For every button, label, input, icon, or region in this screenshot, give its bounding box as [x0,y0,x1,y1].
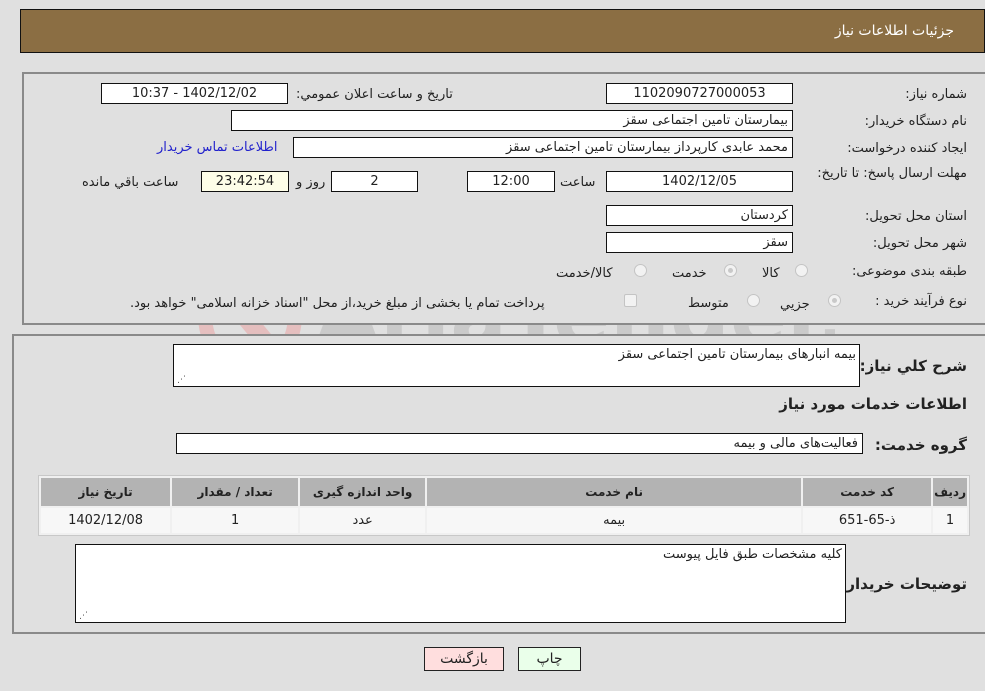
buyer-contact-link[interactable]: اطلاعات تماس خریدار [157,140,277,155]
process-label: نوع فرآیند خرید : [875,294,967,309]
buyer-org-label: نام دستگاه خریدار: [864,114,967,129]
resize-grip-icon[interactable]: ⋰ [176,375,186,385]
services-table: ردیف کد خدمت نام خدمت واحد اندازه گیری ت… [38,475,970,536]
province-label: استان محل تحویل: [865,209,967,224]
creator-field: محمد عابدی کارپرداز بیمارستان تامین اجتم… [293,137,793,158]
summary-text: بیمه انبارهای بیمارستان تامین اجتماعی سق… [618,347,856,362]
treasury-checkbox[interactable] [624,294,637,307]
buyer-notes-label: توضیحات خریدار: [840,575,967,593]
need-number-label: شماره نیاز: [905,87,967,102]
summary-textarea[interactable]: بیمه انبارهای بیمارستان تامین اجتماعی سق… [173,344,860,387]
announce-datetime-field: 1402/12/02 - 10:37 [101,83,288,104]
category-service-radio[interactable] [724,264,737,277]
category-goods-service-label: کالا/خدمت [556,266,613,281]
cell-row-number: 1 [933,508,967,533]
category-label: طبقه بندی موضوعی: [851,264,967,279]
cell-need-date: 1402/12/08 [41,508,171,533]
cell-unit: عدد [300,508,426,533]
page-header: جزئیات اطلاعات نیاز [20,9,985,53]
days-label: روز و [296,175,326,190]
col-need-date: تاریخ نیاز [41,478,171,506]
buyer-notes-textarea[interactable]: کلیه مشخصات طبق فایل پیوست ⋰ [75,544,846,623]
process-medium-label: متوسط [688,296,729,311]
col-service-name: نام خدمت [427,478,802,506]
buyer-notes-text: کلیه مشخصات طبق فایل پیوست [662,547,842,562]
deadline-time-label: ساعت [560,175,596,190]
creator-label: ایجاد کننده درخواست: [847,141,967,156]
services-heading: اطلاعات خدمات مورد نیاز [779,395,967,413]
category-goods-radio[interactable] [795,264,808,277]
col-quantity: تعداد / مقدار [172,478,299,506]
col-unit: واحد اندازه گیری [300,478,426,506]
cell-quantity: 1 [172,508,299,533]
process-minor-label: جزيي [780,297,810,312]
deadline-time-field: 12:00 [467,171,555,192]
city-label: شهر محل تحویل: [872,236,967,251]
buyer-org-field: بیمارستان تامین اجتماعی سقز [231,110,793,131]
page-title: جزئیات اطلاعات نیاز [834,23,954,39]
service-group-label: گروه خدمت: [874,436,967,454]
category-goods-service-radio[interactable] [634,264,647,277]
announce-label: تاریخ و ساعت اعلان عمومي: [296,87,453,102]
need-number-field: 1102090727000053 [606,83,793,104]
col-service-code: کد خدمت [803,478,932,506]
table-header-row: ردیف کد خدمت نام خدمت واحد اندازه گیری ت… [41,478,967,506]
cell-service-code: ذ-65-651 [803,508,932,533]
process-minor-radio[interactable] [828,294,841,307]
time-remaining-field: 23:42:54 [201,171,289,192]
time-remaining-label: ساعت باقي مانده [82,175,179,190]
deadline-date-field: 1402/12/05 [606,171,793,192]
print-button[interactable]: چاپ [518,647,581,671]
back-button[interactable]: بازگشت [424,647,504,671]
province-field: کردستان [606,205,793,226]
treasury-note: پرداخت تمام یا بخشی از مبلغ خرید،از محل … [130,296,545,311]
city-field: سقز [606,232,793,253]
resize-grip-icon[interactable]: ⋰ [78,611,88,621]
category-service-label: خدمت [672,266,707,281]
cell-service-name: بیمه [427,508,802,533]
days-remaining-field: 2 [331,171,418,192]
category-goods-label: کالا [762,266,780,281]
process-medium-radio[interactable] [747,294,760,307]
deadline-label: مهلت ارسال پاسخ: تا تاریخ: [817,166,967,181]
table-row: 1 ذ-65-651 بیمه عدد 1 1402/12/08 [41,508,967,533]
col-row-number: ردیف [933,478,967,506]
service-group-field: فعالیت‌های مالی و بیمه [176,433,863,454]
summary-label: شرح کلي نياز: [859,357,967,375]
